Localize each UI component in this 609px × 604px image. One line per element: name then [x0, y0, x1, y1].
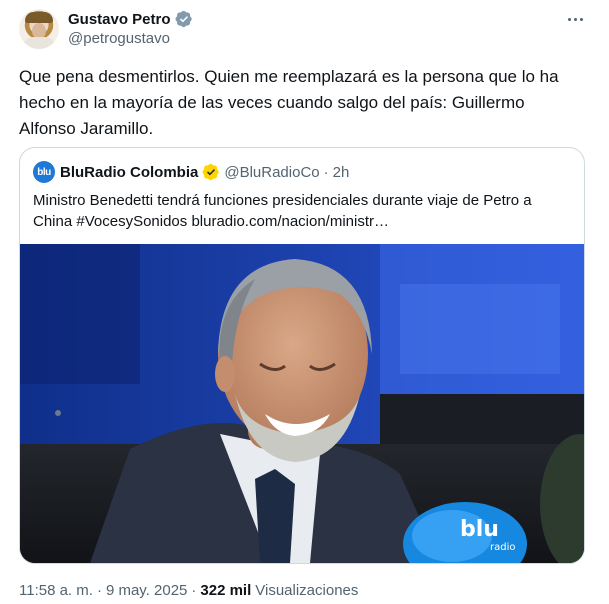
quoted-author-name[interactable]: BluRadio Colombia	[60, 164, 198, 181]
quoted-separator: ·	[323, 163, 329, 181]
author-avatar[interactable]	[19, 9, 59, 49]
author-handle[interactable]: @petrogustavo	[68, 30, 170, 47]
tweet-text: Que pena desmentirlos. Quien me reemplaz…	[19, 67, 564, 138]
meta-separator: ·	[96, 581, 102, 599]
mic-brand-label: blu	[460, 517, 499, 542]
tweet-time[interactable]: 11:58 a. m.	[19, 582, 93, 599]
quoted-media-image[interactable]: blu radio	[20, 244, 584, 563]
views-count: 322 mil	[200, 581, 252, 599]
quoted-author-handle[interactable]: @BluRadioCo	[224, 164, 319, 181]
avatar-hat-shape	[25, 12, 53, 23]
mic-brand-sublabel: radio	[490, 542, 515, 553]
quoted-verified-badge-shape	[202, 163, 220, 181]
quoted-header: BluRadio Colombia @BluRadioCo · 2h	[60, 161, 349, 183]
more-options-icon[interactable]	[560, 8, 590, 30]
tweet-date[interactable]: 9 may. 2025	[106, 582, 187, 599]
tweet-card: Gustavo Petro @petrogustavo Que pena des…	[0, 0, 609, 604]
tweet-meta: 11:58 a. m. · 9 may. 2025 · 322 mil Visu…	[19, 580, 358, 600]
quoted-verified-badge-icon	[202, 163, 220, 181]
verified-badge-shape	[175, 10, 192, 28]
views-label: Visualizaciones	[255, 581, 359, 599]
quoted-tweet[interactable]: blu BluRadio Colombia @BluRadioCo · 2h M…	[19, 147, 585, 564]
quoted-timestamp[interactable]: 2h	[333, 164, 350, 181]
quoted-photo-illustration: blu radio	[20, 244, 584, 563]
quoted-avatar[interactable]: blu	[33, 161, 55, 183]
quoted-text: Ministro Benedetti tendrá funciones pres…	[33, 192, 532, 230]
verified-badge-icon	[175, 10, 192, 28]
avatar-shirt-shape	[23, 37, 55, 49]
author-name[interactable]: Gustavo Petro	[68, 11, 171, 28]
author-name-row: Gustavo Petro	[68, 9, 193, 29]
meta-separator-2: ·	[191, 581, 197, 599]
